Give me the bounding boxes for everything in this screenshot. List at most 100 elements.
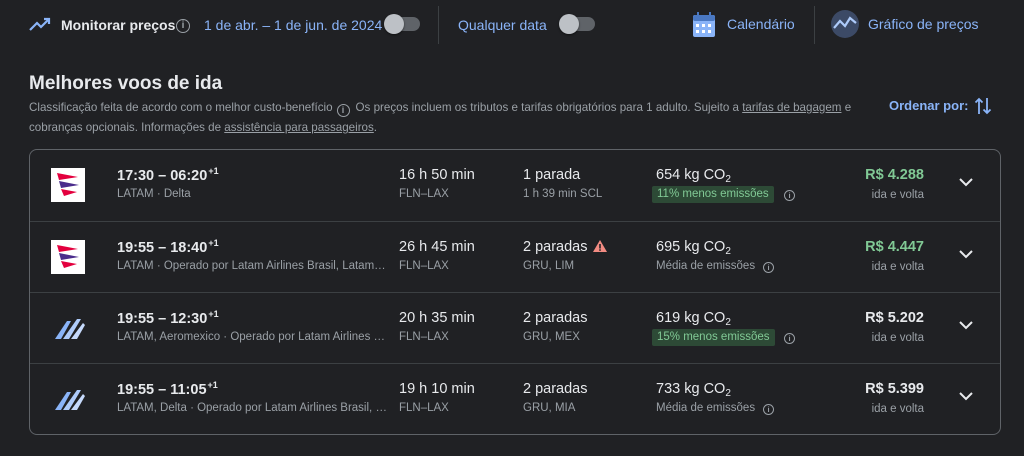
co2-emissions: 654 kg CO2 — [656, 167, 731, 185]
chevron-down-icon[interactable] — [959, 178, 973, 187]
flight-route: FLN–LAX — [399, 260, 449, 272]
co2-emissions: 695 kg CO2 — [656, 239, 731, 257]
departure-time: 19:55 — [117, 240, 155, 256]
sort-icon[interactable] — [974, 96, 992, 116]
co2-value: 654 kg CO — [656, 167, 726, 183]
period: . — [373, 121, 378, 134]
divider — [438, 6, 439, 44]
multi-airline-logo — [55, 390, 85, 410]
co2-subscript: 2 — [725, 388, 731, 399]
baggage-fees-link[interactable]: tarifas de bagagem — [742, 101, 841, 114]
layover-info: 1 h 39 min SCL — [523, 188, 603, 200]
flight-times: 19:55 – 18:40+1 — [117, 238, 219, 256]
any-date-toggle[interactable] — [559, 14, 595, 34]
emissions-label: Média de emissões — [656, 402, 756, 414]
stops-label: 2 paradas — [523, 239, 588, 255]
stops-count: 2 paradas — [523, 381, 588, 397]
airline-name: LATAM, Aeromexico · Operado por Latam Ai… — [117, 331, 387, 343]
price-graph-icon[interactable] — [830, 9, 860, 39]
trending-icon — [29, 17, 51, 31]
info-icon[interactable]: i — [784, 190, 795, 201]
ranking-subtitle: Classificação feita de acordo com o melh… — [29, 98, 859, 138]
flight-duration: 19 h 10 min — [399, 381, 475, 397]
date-range-link[interactable]: 1 de abr. – 1 de jun. de 2024 — [204, 17, 382, 33]
co2-value: 733 kg CO — [656, 381, 726, 397]
flight-row[interactable]: 19:55 – 12:30+1 LATAM, Aeromexico · Oper… — [30, 292, 1000, 363]
info-icon[interactable]: i — [176, 19, 190, 33]
co2-emissions: 619 kg CO2 — [656, 310, 731, 328]
co2-subscript: 2 — [725, 317, 731, 328]
flight-row[interactable]: 19:55 – 11:05+1 LATAM, Delta · Operado p… — [30, 363, 1000, 434]
departure-time: 17:30 — [117, 168, 155, 184]
co2-value: 695 kg CO — [656, 239, 726, 255]
arrival-time: 06:20 — [170, 168, 208, 184]
airline-name: LATAM · Operado por Latam Airlines Brasi… — [117, 260, 387, 272]
trip-type: ida e volta — [871, 189, 924, 201]
flight-row[interactable]: 19:55 – 18:40+1 LATAM · Operado por Lata… — [30, 221, 1000, 292]
price-note: Os preços incluem os tributos e tarifas … — [355, 101, 743, 114]
departure-time: 19:55 — [117, 311, 155, 327]
airline-name: LATAM, Delta · Operado por Latam Airline… — [117, 402, 387, 414]
warning-icon — [592, 240, 607, 252]
chevron-down-icon[interactable] — [959, 392, 973, 401]
trip-type: ida e volta — [871, 332, 924, 344]
co2-value: 619 kg CO — [656, 310, 726, 326]
stops-count: 2 paradas — [523, 310, 588, 326]
info-icon[interactable]: i — [763, 404, 774, 415]
divider — [814, 6, 815, 44]
flight-duration: 16 h 50 min — [399, 167, 475, 183]
arrival-time: 11:05 — [170, 382, 207, 398]
emissions-label: Média de emissões — [656, 260, 756, 272]
co2-subscript: 2 — [725, 246, 731, 257]
flight-price: R$ 5.399 — [865, 381, 924, 397]
info-icon[interactable]: i — [336, 104, 350, 117]
top-bar: Monitorar preços i 1 de abr. – 1 de jun.… — [0, 0, 1024, 50]
stops-count: 2 paradas — [523, 239, 607, 255]
flight-times: 17:30 – 06:20+1 — [117, 166, 219, 184]
flight-row[interactable]: 17:30 – 06:20+1 LATAM · Delta 16 h 50 mi… — [30, 150, 1000, 221]
flight-price: R$ 4.447 — [865, 239, 924, 255]
section-title: Melhores voos de ida — [29, 73, 223, 94]
price-graph-button[interactable]: Gráfico de preços — [868, 16, 979, 32]
any-date-label: Qualquer data — [458, 17, 547, 33]
emissions-badge: 11% menos emissões — [652, 186, 774, 203]
chevron-down-icon[interactable] — [959, 321, 973, 330]
trip-type: ida e volta — [871, 403, 924, 415]
info-icon[interactable]: i — [763, 262, 774, 273]
day-offset: +1 — [207, 380, 218, 390]
stops-count: 1 parada — [523, 167, 581, 183]
ranking-note: Classificação feita de acordo com o melh… — [29, 101, 333, 114]
flight-times: 19:55 – 12:30+1 — [117, 309, 219, 327]
latam-logo — [51, 240, 85, 274]
latam-logo — [51, 168, 85, 202]
layover-info: GRU, MIA — [523, 402, 576, 414]
arrival-time: 12:30 — [170, 311, 208, 327]
flight-duration: 26 h 45 min — [399, 239, 475, 255]
flight-times: 19:55 – 11:05+1 — [117, 380, 218, 398]
calendar-icon[interactable] — [692, 12, 716, 38]
arrival-time: 18:40 — [170, 240, 208, 256]
multi-airline-logo — [55, 319, 85, 339]
flight-price: R$ 5.202 — [865, 310, 924, 326]
day-offset: +1 — [208, 238, 219, 248]
track-dates-toggle[interactable] — [384, 14, 420, 34]
chevron-down-icon[interactable] — [959, 250, 973, 259]
flight-duration: 20 h 35 min — [399, 310, 475, 326]
emissions-badge: 15% menos emissões — [652, 329, 775, 346]
flight-list: 17:30 – 06:20+1 LATAM · Delta 16 h 50 mi… — [29, 149, 1001, 435]
passenger-assistance-link[interactable]: assistência para passageiros — [224, 121, 374, 134]
flight-route: FLN–LAX — [399, 331, 449, 343]
sort-by-button[interactable]: Ordenar por: — [889, 98, 968, 113]
co2-emissions: 733 kg CO2 — [656, 381, 731, 399]
track-prices-label: Monitorar preços — [61, 17, 176, 33]
co2-subscript: 2 — [725, 174, 731, 185]
calendar-button[interactable]: Calendário — [727, 16, 795, 32]
trip-type: ida e volta — [871, 261, 924, 273]
flight-route: FLN–LAX — [399, 402, 449, 414]
toggle-knob — [384, 14, 404, 34]
info-icon[interactable]: i — [784, 333, 795, 344]
layover-info: GRU, LIM — [523, 260, 575, 272]
flight-price: R$ 4.288 — [865, 167, 924, 183]
airline-name: LATAM · Delta — [117, 188, 191, 200]
toggle-knob — [559, 14, 579, 34]
